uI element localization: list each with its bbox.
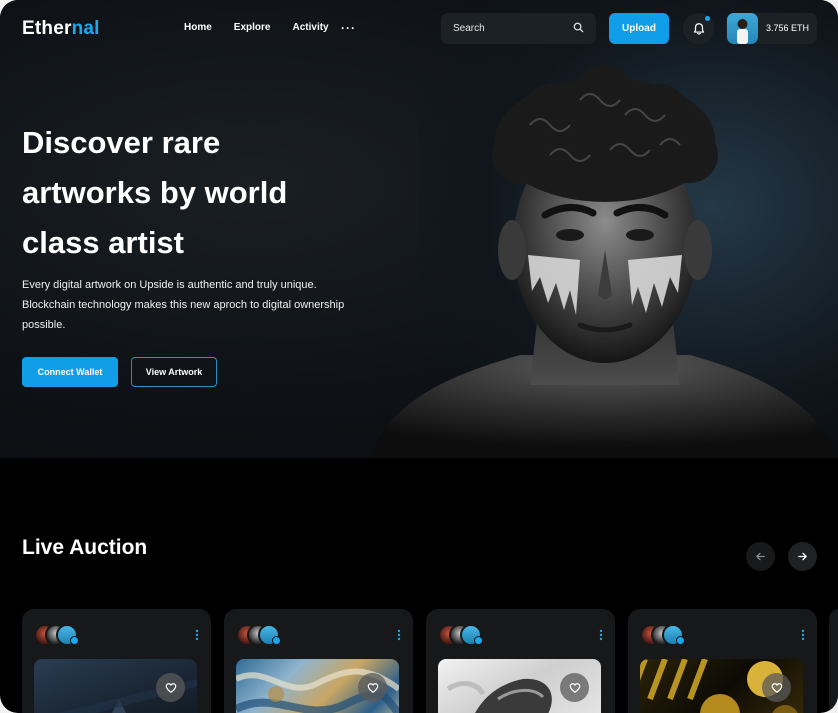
view-artwork-button[interactable]: View Artwork (131, 357, 217, 387)
app-frame: Ethernal Home Explore Activity ··· Uploa… (0, 0, 838, 713)
kebab-menu-icon[interactable] (599, 629, 603, 641)
kebab-menu-icon[interactable] (397, 629, 401, 641)
auction-card[interactable] (426, 609, 615, 713)
artwork-image[interactable] (236, 659, 399, 713)
kebab-menu-icon[interactable] (801, 629, 805, 641)
user-avatar[interactable] (727, 13, 758, 44)
arrow-left-icon (756, 552, 765, 561)
upload-button[interactable]: Upload (609, 13, 669, 44)
wallet-balance[interactable]: 3.756 ETH (726, 13, 817, 44)
heart-icon (569, 682, 580, 693)
heart-icon (367, 682, 378, 693)
creator-avatars (34, 624, 82, 648)
avatar-person-icon (737, 19, 748, 44)
creator-avatars (640, 624, 688, 648)
search-box[interactable] (441, 13, 596, 44)
auction-card[interactable] (628, 609, 817, 713)
nav-home[interactable]: Home (184, 22, 212, 33)
carousel-next-button[interactable] (788, 542, 817, 571)
carousel-prev-button[interactable] (746, 542, 775, 571)
nav-explore[interactable]: Explore (234, 22, 271, 33)
live-auction-title: Live Auction (22, 536, 148, 559)
hero-subtitle: Every digital artwork on Upside is authe… (22, 279, 345, 331)
verified-icon (676, 636, 685, 645)
artwork-image[interactable] (438, 659, 601, 713)
artwork-image[interactable] (34, 659, 197, 713)
auction-card[interactable] (22, 609, 211, 713)
notifications-button[interactable] (683, 13, 714, 44)
brand-logo[interactable]: Ethernal (22, 18, 100, 40)
favorite-button[interactable] (560, 673, 589, 702)
kebab-menu-icon[interactable] (195, 629, 199, 641)
verified-icon (70, 636, 79, 645)
hero-section: Ethernal Home Explore Activity ··· Uploa… (0, 0, 838, 458)
arrow-right-icon (798, 552, 807, 561)
favorite-button[interactable] (156, 673, 185, 702)
search-icon[interactable] (573, 22, 584, 33)
creator-avatars (438, 624, 486, 648)
verified-icon (272, 636, 281, 645)
search-input[interactable] (453, 23, 573, 34)
hero-portrait-image (370, 65, 838, 458)
bell-icon (693, 22, 704, 35)
auction-card-peek[interactable] (829, 609, 838, 713)
favorite-button[interactable] (358, 673, 387, 702)
eth-balance: 3.756 ETH (766, 23, 810, 33)
favorite-button[interactable] (762, 673, 791, 702)
notification-dot (705, 16, 710, 21)
heart-icon (165, 682, 176, 693)
auction-card[interactable] (224, 609, 413, 713)
main-nav: Home Explore Activity (184, 22, 329, 33)
logo-text-main: Ether (22, 18, 72, 39)
heart-icon (771, 682, 782, 693)
connect-wallet-button[interactable]: Connect Wallet (22, 357, 118, 387)
artwork-image[interactable] (640, 659, 803, 713)
creator-avatars (236, 624, 284, 648)
hero-title: Discover rare artworks by world class ar… (22, 125, 288, 260)
verified-icon (474, 636, 483, 645)
more-menu-icon[interactable]: ··· (341, 21, 356, 35)
logo-text-accent: nal (71, 18, 100, 39)
nav-activity[interactable]: Activity (292, 22, 328, 33)
